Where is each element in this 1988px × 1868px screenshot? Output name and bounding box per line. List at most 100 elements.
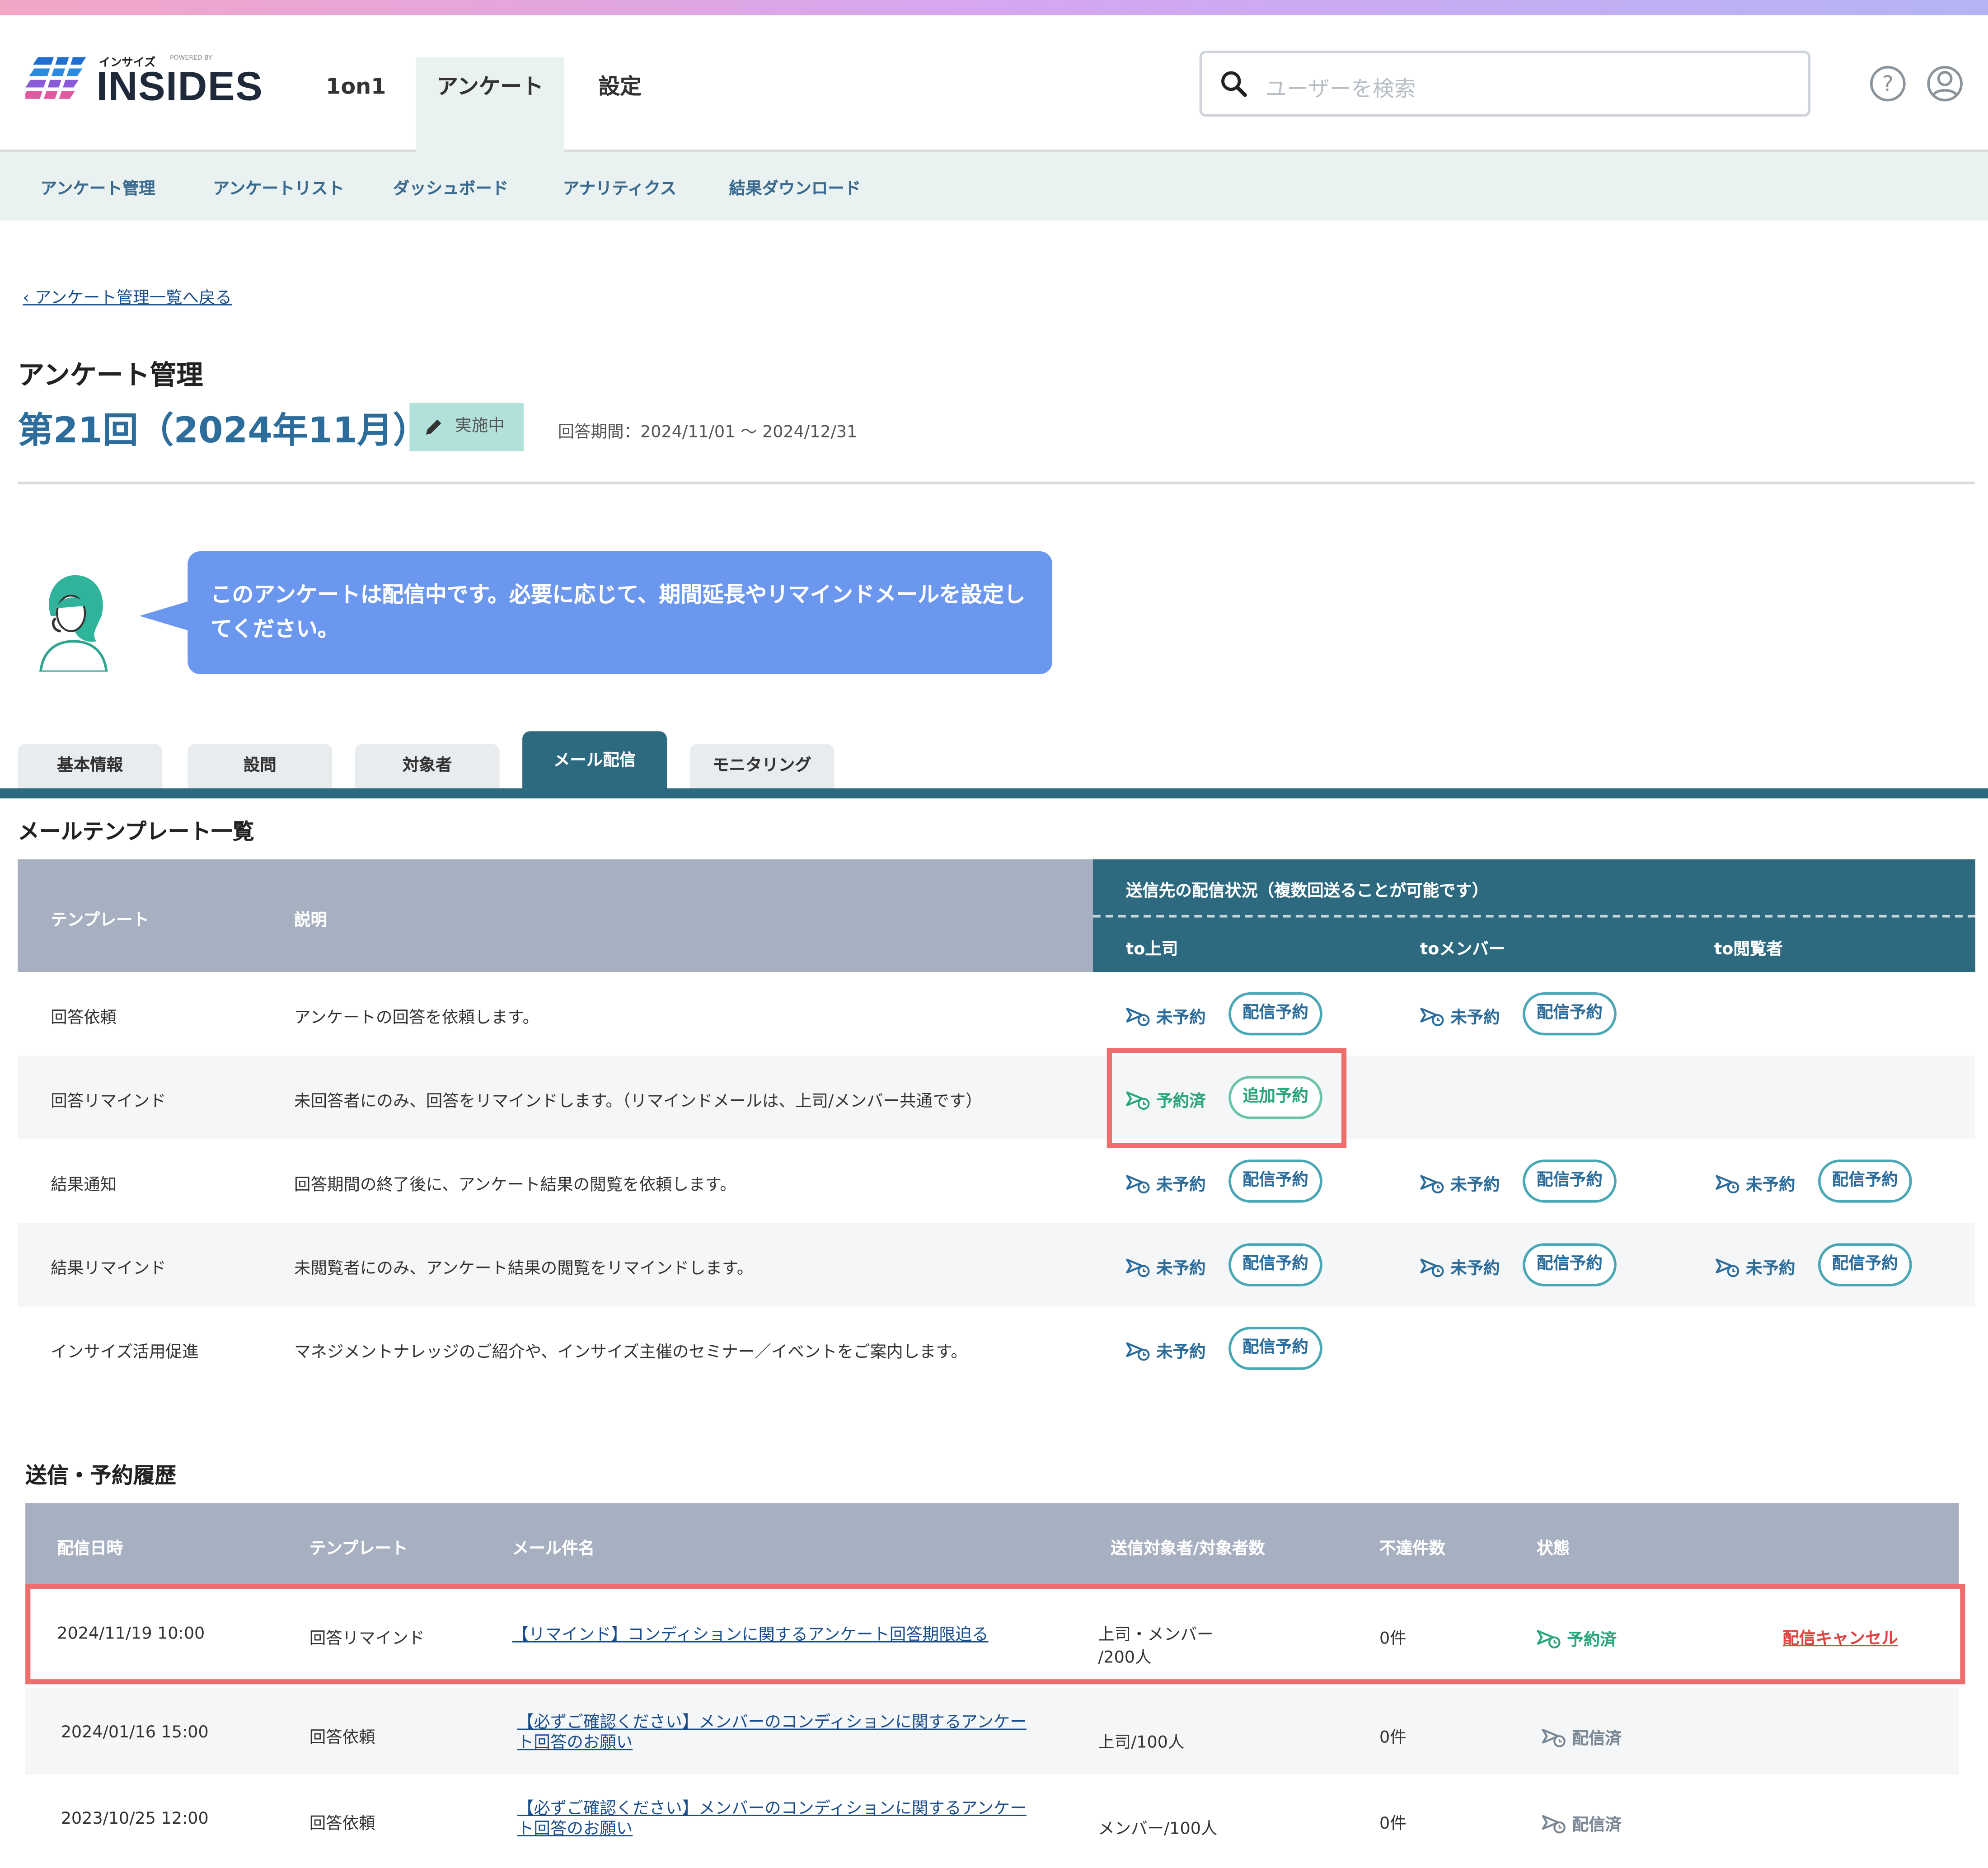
history-template: 回答依頼 <box>309 1815 375 1834</box>
template-name: 回答リマインド <box>51 1092 166 1112</box>
delivery-status-label: 未予約 <box>1450 1176 1500 1195</box>
template-description: 未回答者にのみ、回答をリマインドします。（リマインドメールは、上司/メンバー共通… <box>294 1092 982 1112</box>
col-state: 状態 <box>1537 1539 1570 1559</box>
subnav-dashboard[interactable]: ダッシュボード <box>393 175 508 199</box>
schedule-delivery-button[interactable]: 配信予約 <box>1523 992 1617 1036</box>
svg-text:?: ? <box>1882 72 1894 97</box>
tab-questions[interactable]: 設問 <box>188 744 333 790</box>
schedule-delivery-button[interactable]: 配信予約 <box>1818 1243 1912 1286</box>
delivery-status-label: 未予約 <box>1450 1009 1500 1028</box>
history-subject-link[interactable]: 【必ずご確認ください】メンバーのコンディションに関するアンケー <box>517 1713 1027 1734</box>
header: インサイズ POWERED BY INSIDES 1on1 アンケート 設定 ユ… <box>0 15 1988 152</box>
answer-period: 回答期間：2024/11/01 ～ 2024/12/31 <box>558 423 858 442</box>
header-dashed-divider <box>1092 915 1975 918</box>
delivery-status-label: 未予約 <box>1156 1259 1206 1279</box>
nav-survey[interactable]: アンケート <box>416 57 564 152</box>
template-row: 回答依頼 アンケートの回答を依頼します。 <box>18 972 1975 1056</box>
schedule-delivery-button[interactable]: 配信予約 <box>1228 992 1322 1036</box>
survey-title: 第21回（2024年11月） <box>18 409 429 451</box>
divider <box>18 481 1975 484</box>
col-history-template: テンプレート <box>309 1539 408 1559</box>
template-name: 結果通知 <box>51 1176 117 1195</box>
template-row: 結果リマインド 未閲覧者にのみ、アンケート結果の閲覧をリマインドします。 <box>18 1223 1975 1307</box>
delivery-status-label: 未予約 <box>1156 1343 1206 1362</box>
template-name: インサイズ活用促進 <box>51 1343 199 1362</box>
col-to-viewer: to閲覧者 <box>1714 940 1783 960</box>
top-gradient-bar <box>0 0 1988 15</box>
tab-mail-delivery[interactable]: メール配信 <box>522 731 667 791</box>
template-description: 未閲覧者にのみ、アンケート結果の閲覧をリマインドします。 <box>294 1259 754 1279</box>
nav-settings[interactable]: 設定 <box>578 57 662 152</box>
col-to-member: toメンバー <box>1420 940 1505 960</box>
schedule-delivery-button[interactable]: 配信予約 <box>1818 1159 1912 1203</box>
logo-powered-by: POWERED BY <box>170 54 212 62</box>
subnav-survey-list[interactable]: アンケートリスト <box>213 175 344 199</box>
speech-bubble-tail <box>139 601 190 631</box>
template-name: 回答依頼 <box>51 1009 117 1028</box>
col-subject: メール件名 <box>512 1539 595 1559</box>
subnav-result-download[interactable]: 結果ダウンロード <box>729 175 861 199</box>
tab-basic-info[interactable]: 基本情報 <box>18 744 163 790</box>
insides-logo[interactable]: インサイズ POWERED BY INSIDES <box>25 53 263 117</box>
delivery-status-header: 送信先の配信状況（複数回送ることが可能です） to上司 toメンバー to閲覧者 <box>1092 859 1975 972</box>
history-subject-link-line2[interactable]: ト回答のお願い <box>517 1820 633 1840</box>
delivery-status-label: 未予約 <box>1450 1259 1500 1279</box>
history-status-label: 配信済 <box>1572 1816 1622 1835</box>
help-icon[interactable]: ? <box>1867 63 1908 104</box>
mail-schedule-icon <box>1420 1008 1444 1027</box>
schedule-delivery-button[interactable]: 配信予約 <box>1228 1159 1322 1203</box>
mail-schedule-icon <box>1542 1815 1566 1834</box>
history-subject-link-line2[interactable]: ト回答のお願い <box>517 1734 633 1754</box>
history-undelivered: 0件 <box>1379 1815 1407 1834</box>
schedule-delivery-button[interactable]: 配信予約 <box>1228 1243 1322 1286</box>
tab-targets[interactable]: 対象者 <box>355 744 500 790</box>
breadcrumb-back-link[interactable]: ‹ アンケート管理一覧へ戻る <box>23 284 232 308</box>
delivery-status-label: 未予約 <box>1156 1176 1206 1195</box>
col-target-count: 送信対象者/対象者数 <box>1111 1539 1265 1559</box>
schedule-delivery-button[interactable]: 配信予約 <box>1228 1327 1322 1370</box>
col-undelivered: 不達件数 <box>1379 1539 1446 1559</box>
schedule-delivery-button[interactable]: 配信予約 <box>1523 1243 1617 1286</box>
delivery-status-label: 未予約 <box>1156 1009 1206 1028</box>
col-delivery-status: 送信先の配信状況（複数回送ることが可能です） <box>1125 882 1489 901</box>
template-row: 回答リマインド 未回答者にのみ、回答をリマインドします。（リマインドメールは、上司… <box>18 1056 1975 1140</box>
tab-monitoring[interactable]: モニタリング <box>689 744 835 790</box>
col-description: 説明 <box>294 911 328 930</box>
mail-schedule-icon <box>1126 1175 1150 1194</box>
account-icon[interactable] <box>1925 63 1965 104</box>
mail-schedule-icon <box>1420 1175 1444 1194</box>
template-name: 結果リマインド <box>51 1259 166 1279</box>
guide-message: このアンケートは配信中です。必要に応じて、期間延長やリマインドメールを設定してく… <box>188 551 1053 675</box>
search-input[interactable]: ユーザーを検索 <box>1266 71 1416 103</box>
page-root: { "header":{ "logo_kana":"インサイズ", "logo_… <box>0 0 1988 1868</box>
nav-1on1[interactable]: 1on1 <box>305 57 406 152</box>
assistant-avatar-icon <box>39 575 108 672</box>
mail-schedule-icon <box>1716 1258 1740 1277</box>
logo-mark-icon <box>25 57 86 103</box>
schedule-delivery-button[interactable]: 配信予約 <box>1523 1159 1617 1203</box>
history-status-label: 配信済 <box>1572 1730 1622 1749</box>
highlight-box-history-row <box>25 1584 1965 1685</box>
template-row: 結果通知 回答期間の終了後に、アンケート結果の閲覧を依頼します。 <box>18 1139 1975 1223</box>
history-target: 上司/100人 <box>1098 1733 1185 1753</box>
user-search[interactable]: ユーザーを検索 <box>1199 51 1811 117</box>
col-to-boss: to上司 <box>1125 940 1178 960</box>
template-section-title: メールテンプレート一覧 <box>18 820 254 845</box>
delivery-status-label: 未予約 <box>1746 1176 1796 1195</box>
subnav-survey-management[interactable]: アンケート管理 <box>41 175 155 199</box>
history-subject-link[interactable]: 【必ずご確認ください】メンバーのコンディションに関するアンケー <box>517 1800 1027 1820</box>
col-template: テンプレート <box>51 911 150 930</box>
history-table-header: 配信日時 テンプレート メール件名 送信対象者/対象者数 不達件数 状態 <box>25 1503 1959 1587</box>
mail-schedule-icon <box>1126 1258 1150 1277</box>
history-template: 回答依頼 <box>309 1728 375 1748</box>
subnav-analytics[interactable]: アナリティクス <box>563 175 676 199</box>
highlight-box-reserved <box>1107 1048 1347 1148</box>
search-icon <box>1221 71 1247 97</box>
pencil-icon <box>426 419 441 435</box>
mail-schedule-icon <box>1126 1342 1150 1361</box>
template-table-header: テンプレート 説明 <box>18 859 1093 972</box>
history-undelivered: 0件 <box>1379 1728 1407 1748</box>
template-description: マネジメントナレッジのご紹介や、インサイズ主催のセミナー／イベントをご案内します… <box>294 1343 967 1362</box>
template-row: インサイズ活用促進 マネジメントナレッジのご紹介や、インサイズ主催のセミナー／イベ… <box>18 1306 1975 1390</box>
history-date: 2023/10/25 12:00 <box>61 1809 209 1829</box>
